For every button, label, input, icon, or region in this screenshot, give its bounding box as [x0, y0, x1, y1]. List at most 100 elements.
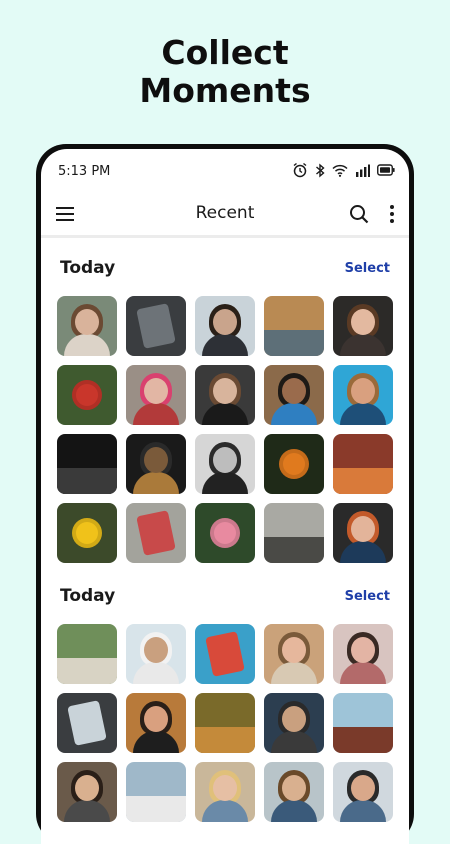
photo-thumbnail[interactable] — [195, 624, 255, 684]
photo-shoulders — [340, 800, 386, 822]
photo-face — [213, 309, 237, 335]
photo-face — [351, 378, 375, 404]
photo-thumbnail[interactable] — [333, 296, 393, 356]
section-header: Today Select — [41, 258, 409, 282]
photo-shoulders — [64, 334, 110, 356]
headline-line-2: Moments — [139, 71, 311, 110]
photo-thumbnail[interactable] — [333, 693, 393, 753]
photo-thumbnail[interactable] — [57, 296, 117, 356]
photo-thumbnail[interactable] — [57, 762, 117, 822]
photo-shoulders — [271, 800, 317, 822]
photo-flower — [210, 518, 240, 548]
photo-thumbnail[interactable] — [195, 434, 255, 494]
photo-face — [213, 378, 237, 404]
photo-thumbnail[interactable] — [333, 365, 393, 425]
search-icon[interactable] — [349, 204, 369, 228]
photo-thumbnail[interactable] — [264, 503, 324, 563]
photo-flower — [72, 380, 102, 410]
photo-face — [213, 775, 237, 801]
photo-thumbnail[interactable] — [57, 624, 117, 684]
photo-thumbnail[interactable] — [126, 434, 186, 494]
app-bar: Recent — [41, 195, 409, 238]
photo-ground — [333, 468, 393, 494]
photo-thumbnail[interactable] — [264, 296, 324, 356]
photo-shoulders — [133, 403, 179, 425]
photo-face — [282, 775, 306, 801]
photo-thumbnail[interactable] — [333, 434, 393, 494]
photo-face — [351, 775, 375, 801]
phone-screen: 5:13 PM Recent Today Select Today Select — [41, 149, 409, 844]
phone-frame: 5:13 PM Recent Today Select Today Select — [36, 144, 414, 844]
photo-flower — [279, 449, 309, 479]
photo-shoulders — [202, 472, 248, 494]
photo-thumbnail[interactable] — [264, 693, 324, 753]
photo-thumbnail[interactable] — [126, 296, 186, 356]
photo-thumbnail[interactable] — [333, 503, 393, 563]
photo-thumbnail[interactable] — [57, 693, 117, 753]
photo-ground — [333, 727, 393, 753]
select-button[interactable]: Select — [345, 589, 390, 604]
status-icons — [292, 162, 395, 178]
photo-shoulders — [271, 403, 317, 425]
photo-thumbnail[interactable] — [264, 434, 324, 494]
photo-flower — [72, 518, 102, 548]
signal-icon — [355, 164, 370, 177]
photo-thumbnail[interactable] — [333, 762, 393, 822]
photo-shoulders — [202, 334, 248, 356]
wifi-icon — [332, 164, 348, 177]
status-bar: 5:13 PM — [41, 149, 409, 193]
photo-thumbnail[interactable] — [264, 624, 324, 684]
photo-thumbnail[interactable] — [195, 693, 255, 753]
photo-thumbnail[interactable] — [126, 365, 186, 425]
photo-shoulders — [340, 403, 386, 425]
photo-object — [136, 303, 176, 349]
photo-thumbnail[interactable] — [57, 503, 117, 563]
more-options-icon[interactable] — [389, 204, 395, 228]
photo-thumbnail[interactable] — [126, 503, 186, 563]
headline: Collect Moments — [0, 34, 450, 110]
photo-shoulders — [271, 662, 317, 684]
photo-shoulders — [340, 541, 386, 563]
photo-shoulders — [271, 731, 317, 753]
select-button[interactable]: Select — [345, 261, 390, 276]
photo-face — [75, 775, 99, 801]
photo-shoulders — [133, 662, 179, 684]
section-header: Today Select — [41, 586, 409, 610]
photo-face — [213, 447, 237, 473]
photo-thumbnail[interactable] — [333, 624, 393, 684]
photo-grid — [57, 296, 393, 563]
photo-face — [282, 706, 306, 732]
photo-ground — [57, 658, 117, 684]
photo-thumbnail[interactable] — [126, 624, 186, 684]
photo-face — [282, 378, 306, 404]
photo-ground — [57, 468, 117, 494]
photo-object — [67, 700, 107, 746]
photo-object — [136, 510, 176, 556]
photo-ground — [264, 330, 324, 356]
photo-shoulders — [340, 662, 386, 684]
photo-face — [75, 309, 99, 335]
photo-thumbnail[interactable] — [57, 434, 117, 494]
photo-thumbnail[interactable] — [195, 296, 255, 356]
photo-face — [351, 637, 375, 663]
photo-shoulders — [64, 800, 110, 822]
headline-line-1: Collect — [161, 33, 289, 72]
photo-thumbnail[interactable] — [57, 365, 117, 425]
photo-ground — [195, 727, 255, 753]
photo-thumbnail[interactable] — [126, 693, 186, 753]
photo-thumbnail[interactable] — [126, 762, 186, 822]
photo-thumbnail[interactable] — [195, 503, 255, 563]
photo-thumbnail[interactable] — [264, 365, 324, 425]
photo-thumbnail[interactable] — [264, 762, 324, 822]
battery-icon — [377, 164, 395, 176]
photo-shoulders — [202, 800, 248, 822]
photo-thumbnail[interactable] — [195, 762, 255, 822]
photo-shoulders — [133, 731, 179, 753]
photo-face — [351, 309, 375, 335]
photo-ground — [264, 537, 324, 563]
photo-shoulders — [133, 472, 179, 494]
photo-thumbnail[interactable] — [195, 365, 255, 425]
status-time: 5:13 PM — [58, 164, 111, 179]
alarm-icon — [292, 162, 308, 178]
section-title: Today — [60, 258, 116, 278]
